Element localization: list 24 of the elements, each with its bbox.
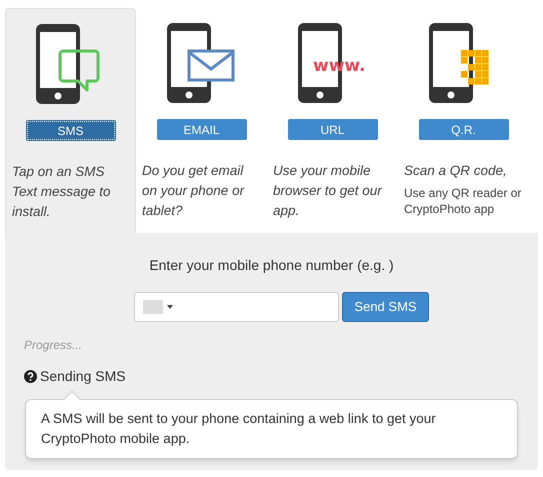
- send-sms-button[interactable]: Send SMS: [342, 292, 429, 322]
- method-description: Tap on an SMS Text message to install.: [12, 163, 112, 221]
- method-button[interactable]: Q.R.: [418, 119, 508, 140]
- caret-icon: [167, 305, 174, 309]
- method-button[interactable]: EMAIL: [156, 119, 246, 140]
- phone-icon: [428, 23, 472, 103]
- status-text: Sending SMS: [40, 367, 126, 386]
- method-button[interactable]: URL: [288, 119, 378, 140]
- method-note: Use any QR reader or CryptoPhoto app: [404, 185, 522, 217]
- phone-icon: [36, 24, 80, 104]
- country-flag-dropdown[interactable]: [143, 300, 174, 314]
- method-tab[interactable]: SMS Tap on an SMS Text message to install.: [5, 8, 136, 233]
- method-description: Use your mobile browser to get our app.: [273, 162, 384, 220]
- qr-code-icon: [460, 50, 488, 84]
- method-description: Do you get email on your phone or tablet?: [142, 162, 246, 220]
- progress-label: Progress...: [24, 337, 84, 354]
- method-description: Scan a QR code,: [404, 162, 508, 180]
- method-button[interactable]: SMS: [26, 120, 116, 141]
- help-icon: [24, 370, 37, 383]
- envelope-icon: [187, 50, 234, 82]
- phone-number-field[interactable]: [134, 292, 340, 322]
- popover-text: A SMS will be sent to your phone containing a web link to get your CryptoPhoto mobile app.: [41, 410, 437, 448]
- speech-bubble-icon: [58, 50, 99, 92]
- prompt-text: Enter your mobile phone number (e.g. ): [148, 256, 395, 275]
